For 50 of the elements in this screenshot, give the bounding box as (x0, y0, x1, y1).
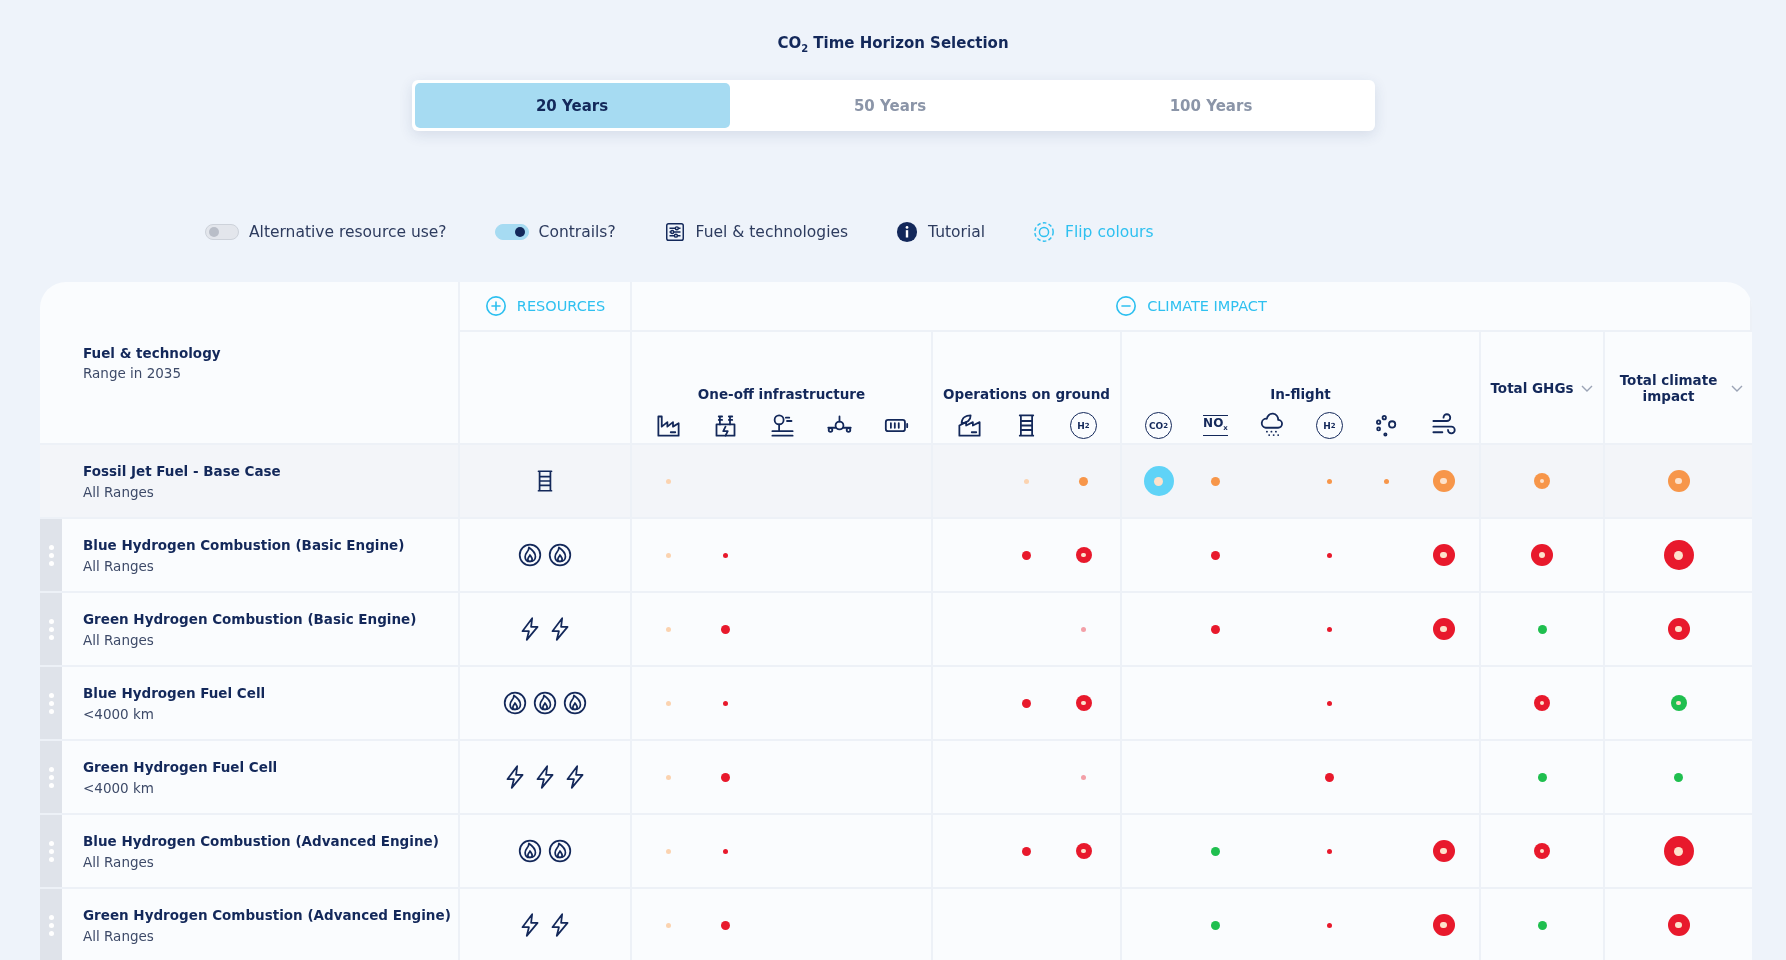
toggle-label[interactable]: Contrails? (538, 223, 616, 241)
fuel-name: Blue Hydrogen Combustion (Basic Engine) (83, 536, 405, 553)
fuel-name: Blue Hydrogen Fuel Cell (83, 684, 266, 701)
info-icon (896, 221, 919, 243)
fuel-name: Green Hydrogen Combustion (Basic Engine) (83, 610, 417, 627)
sliders-icon (663, 221, 686, 243)
drag-handle[interactable] (40, 889, 62, 960)
column-title: Total climate impact (1618, 371, 1719, 404)
option-link[interactable]: Tutorial (928, 223, 986, 241)
time-horizon-tab[interactable]: 20 Years (414, 83, 730, 128)
leaf-factory-icon (956, 412, 983, 439)
toggle-switch[interactable] (494, 224, 529, 240)
range-text: <4000 km (83, 779, 155, 796)
expand-icon (484, 295, 507, 317)
flame-icon (517, 838, 543, 864)
option-link[interactable]: Fuel & technologies (695, 223, 849, 241)
fuel-name: Blue Hydrogen Combustion (Advanced Engine) (83, 832, 439, 849)
drag-handle[interactable] (40, 741, 62, 813)
drag-handle[interactable] (40, 519, 62, 591)
drag-handle[interactable] (40, 667, 62, 739)
column-subtitle: Range in 2035 (83, 364, 183, 381)
range-text: All Ranges (83, 631, 155, 648)
drag-handle[interactable] (40, 815, 62, 887)
flame-icon (562, 690, 588, 716)
section-title: CO$_{2}$ Time Horizon Selection (777, 34, 1009, 54)
toggle-switch[interactable] (205, 224, 239, 240)
range-text: All Ranges (83, 557, 155, 574)
flame-icon (547, 838, 573, 864)
group-title: In-flight (1269, 386, 1332, 402)
group-title: One-off infrastructure (696, 386, 867, 402)
collapse-icon (1115, 295, 1138, 317)
column-title: Fuel & technology (83, 344, 222, 361)
flame-icon (517, 542, 543, 568)
range-text: All Ranges (83, 483, 155, 500)
group-title: Operations on ground (942, 386, 1111, 402)
range-text: All Ranges (83, 927, 155, 944)
flame-icon (502, 690, 528, 716)
flame-icon (547, 542, 573, 568)
range-text: <4000 km (83, 705, 155, 722)
snow-cloud-icon (1259, 412, 1286, 439)
tree-land-icon (769, 412, 796, 439)
fuel-name: Fossil Jet Fuel - Base Case (83, 462, 281, 479)
column-title: Total GHGs (1490, 379, 1574, 396)
flame-icon (532, 690, 558, 716)
fuel-name: Green Hydrogen Fuel Cell (83, 758, 278, 775)
fuel-name: Green Hydrogen Combustion (Advanced Engine) (83, 906, 451, 923)
flip-icon (1033, 221, 1056, 243)
drag-handle[interactable] (40, 593, 62, 665)
range-text: All Ranges (83, 853, 155, 870)
toggle-label[interactable]: Alternative resource use? (249, 223, 447, 241)
